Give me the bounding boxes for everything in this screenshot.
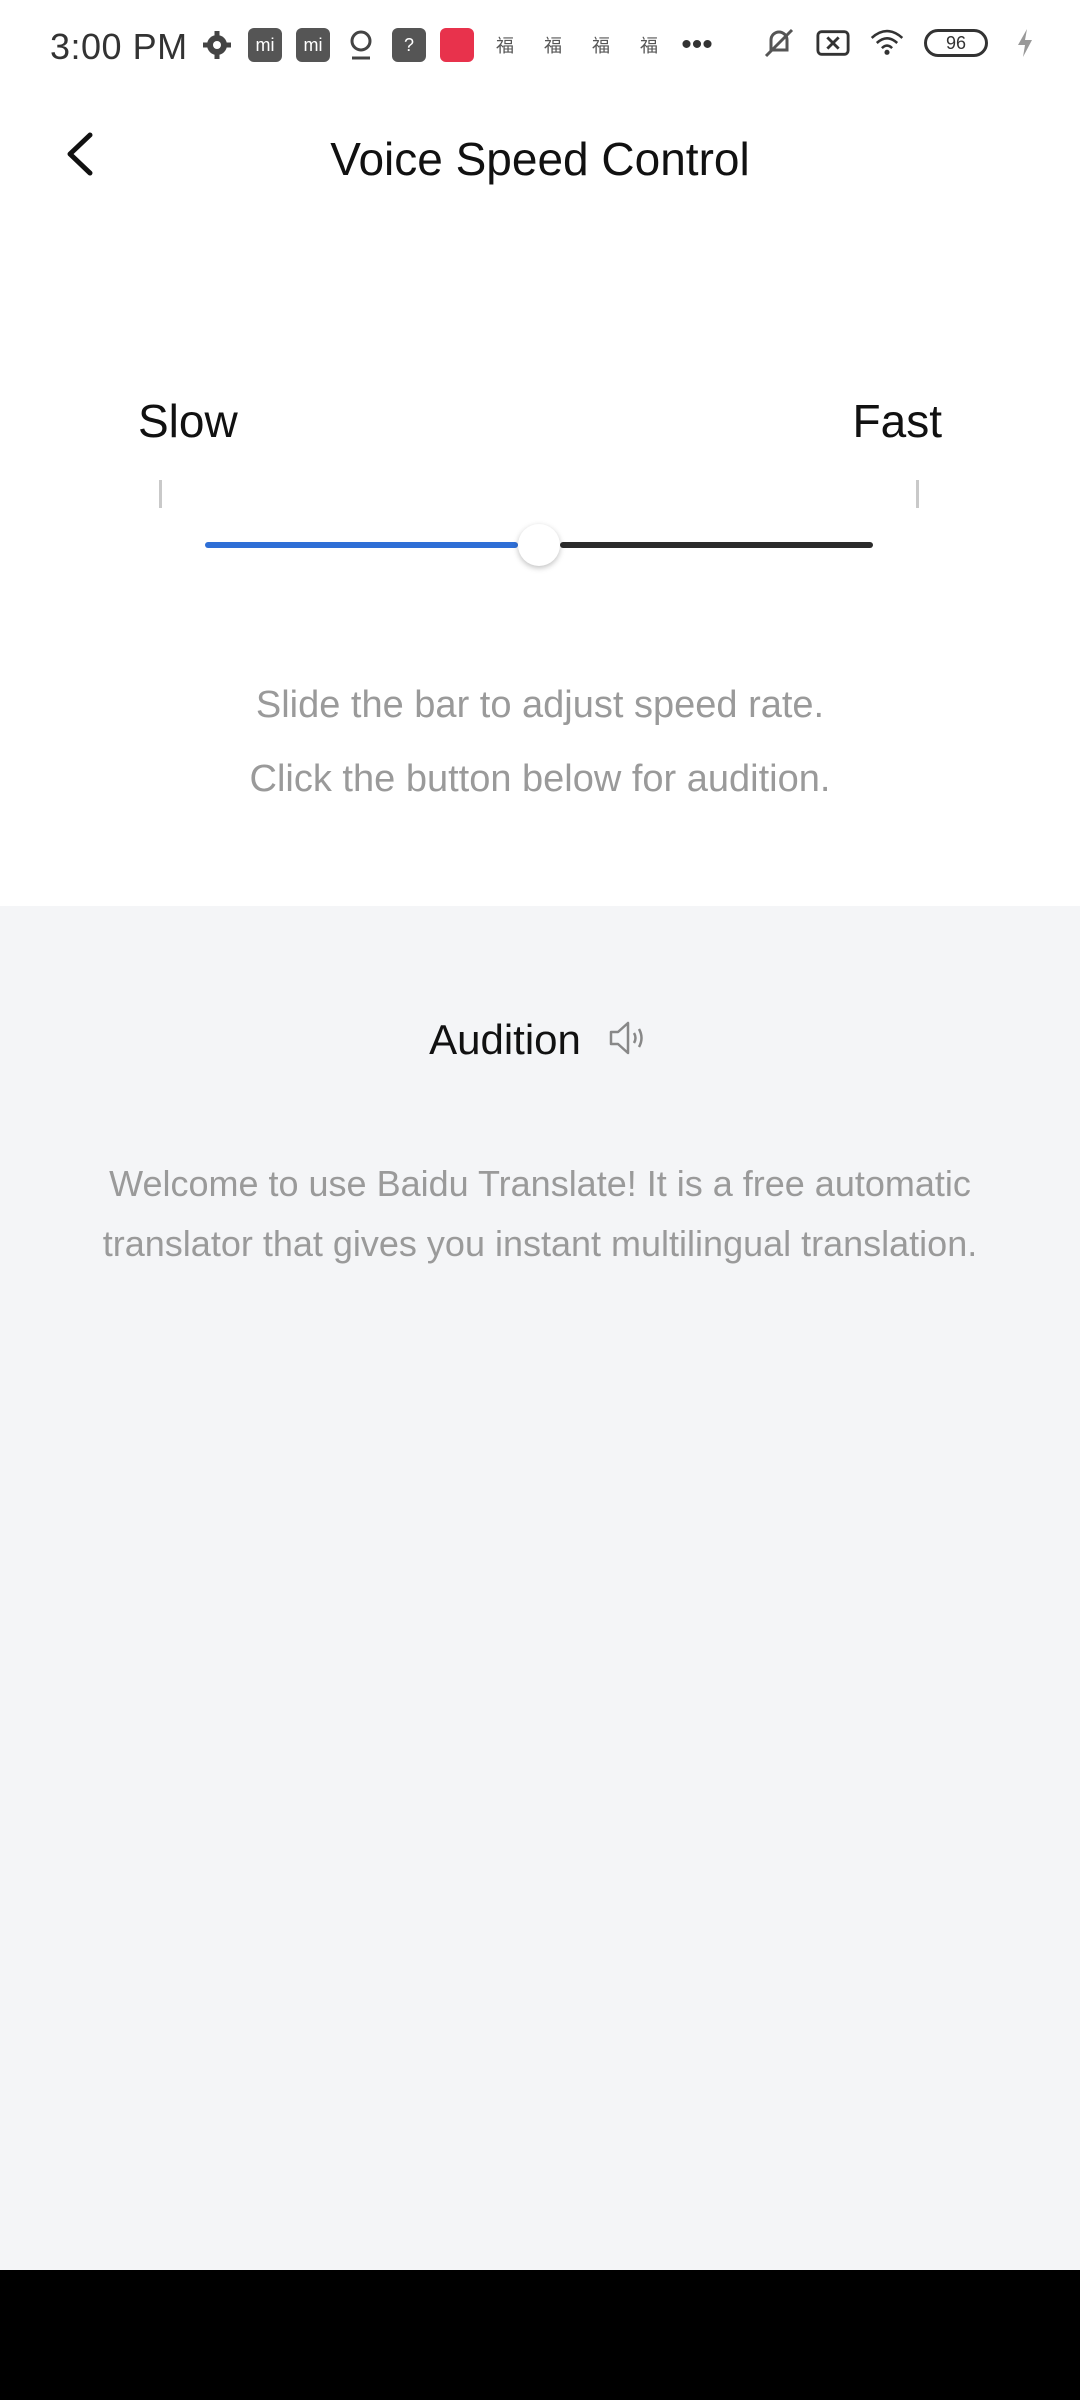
slider-thumb[interactable] bbox=[518, 524, 560, 566]
mi-store-icon: mi bbox=[248, 28, 282, 62]
battery-level: 96 bbox=[945, 32, 967, 53]
question-icon: ? bbox=[392, 28, 426, 62]
slow-label: Slow bbox=[138, 395, 238, 447]
hint-line-1: Slide the bar to adjust speed rate. bbox=[255, 684, 825, 726]
app-bar: Voice Speed Control bbox=[0, 96, 1080, 220]
status-right-icons: 96 bbox=[762, 26, 1042, 60]
settings-icon bbox=[200, 28, 234, 62]
location-pin-icon bbox=[344, 28, 378, 62]
app-icon bbox=[440, 28, 474, 62]
wifi-icon bbox=[870, 26, 904, 60]
speed-slider[interactable] bbox=[205, 520, 873, 570]
audition-panel: Audition Welcome to use Baidu Translate!… bbox=[0, 906, 1080, 2270]
mute-icon bbox=[762, 26, 796, 60]
fu-icon: 福 bbox=[592, 36, 610, 56]
fast-label: Fast bbox=[852, 395, 942, 447]
slider-track-filled[interactable] bbox=[205, 542, 518, 548]
speaker-icon bbox=[607, 1018, 651, 1063]
charging-icon bbox=[1008, 26, 1042, 60]
page-title: Voice Speed Control bbox=[330, 133, 750, 185]
fu-icon: 福 bbox=[640, 36, 658, 56]
fu-icon: 福 bbox=[496, 36, 514, 56]
mi-store-icon: mi bbox=[296, 28, 330, 62]
speed-labels: Slow Fast bbox=[138, 394, 942, 454]
more-dots-icon: ••• bbox=[681, 28, 713, 61]
sim-off-icon bbox=[816, 26, 850, 60]
status-time: 3:00 PM bbox=[50, 26, 188, 67]
status-left-icons: mi mi ? 福 福 福 福 ••• bbox=[200, 28, 714, 62]
fast-tick bbox=[916, 480, 919, 508]
slow-tick bbox=[159, 480, 162, 508]
battery-icon: 96 bbox=[924, 29, 988, 57]
status-bar: 3:00 PM mi mi ? 福 福 福 福 ••• 96 bbox=[0, 0, 1080, 96]
fu-icon: 福 bbox=[544, 36, 562, 56]
hint-line-2: Click the button below for audition. bbox=[249, 758, 831, 800]
audition-sample-text: Welcome to use Baidu Translate! It is a … bbox=[102, 1163, 978, 1264]
system-navigation-bar bbox=[0, 2270, 1080, 2400]
audition-label: Audition bbox=[429, 1016, 581, 1063]
audition-button[interactable]: Audition bbox=[0, 1016, 1080, 1064]
slider-track-empty[interactable] bbox=[560, 542, 873, 548]
